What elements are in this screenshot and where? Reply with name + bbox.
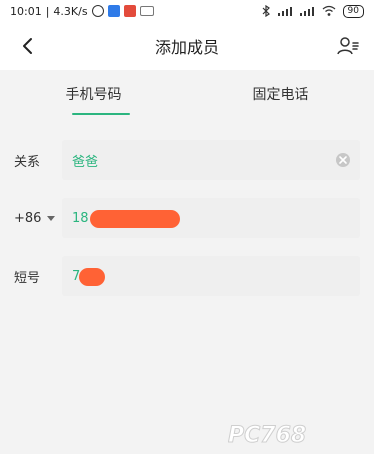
- wifi-icon: [322, 5, 335, 16]
- clear-relation-button[interactable]: [336, 153, 350, 167]
- battery-icon: 90: [342, 4, 364, 18]
- redacted-shortcode: [79, 268, 105, 286]
- svg-text:PC768: PC768: [228, 423, 306, 448]
- tab-landline[interactable]: 固定电话: [187, 70, 374, 118]
- pc768-watermark-logo: PC768: [228, 423, 307, 449]
- relation-row: 关系 爸爸: [0, 140, 374, 180]
- bluetooth-icon: [262, 5, 270, 17]
- close-icon: [339, 156, 347, 164]
- status-left: 10:01 | 4.3K/s: [0, 5, 154, 18]
- user-settings-button[interactable]: [336, 34, 360, 58]
- status-time: 10:01: [10, 4, 42, 18]
- phone-row: +86 18: [0, 198, 374, 238]
- phone-prefix: 18: [72, 210, 89, 226]
- status-bar: 10:01 | 4.3K/s 90: [0, 0, 374, 22]
- tab-mobile-number-label: 手机号码: [65, 87, 122, 103]
- back-button[interactable]: [18, 36, 38, 56]
- phone-input[interactable]: 18: [62, 198, 360, 238]
- tab-landline-label: 固定电话: [252, 87, 309, 103]
- alarm-icon: [91, 5, 104, 17]
- relation-value: 爸爸: [72, 154, 99, 170]
- app-icon-red: [123, 5, 136, 17]
- dropdown-caret-icon: [47, 215, 56, 221]
- active-tab-indicator: [72, 113, 130, 115]
- country-code-value: +86: [14, 210, 42, 226]
- status-separator: |: [45, 4, 50, 18]
- chevron-left-icon: [23, 38, 32, 54]
- shortcode-row: 短号 7: [0, 256, 374, 296]
- notification-icon: [139, 6, 154, 16]
- shortcode-input[interactable]: 7: [62, 256, 360, 296]
- watermark: PC768: [228, 422, 364, 449]
- redacted-phone-number: [90, 210, 180, 228]
- signal-icon-1: [277, 7, 292, 16]
- app-icon-blue: [107, 5, 120, 17]
- user-settings-icon: [337, 37, 359, 55]
- tab-mobile-number[interactable]: 手机号码: [0, 70, 187, 118]
- page-title: 添加成员: [154, 38, 219, 57]
- status-right: 90: [261, 4, 374, 18]
- tab-bar: 手机号码 固定电话: [0, 70, 374, 118]
- network-speed: 4.3K/s: [53, 4, 88, 18]
- signal-icon-2: [299, 7, 314, 16]
- title-bar: 添加成员: [0, 22, 374, 70]
- relation-field[interactable]: 爸爸: [62, 140, 360, 180]
